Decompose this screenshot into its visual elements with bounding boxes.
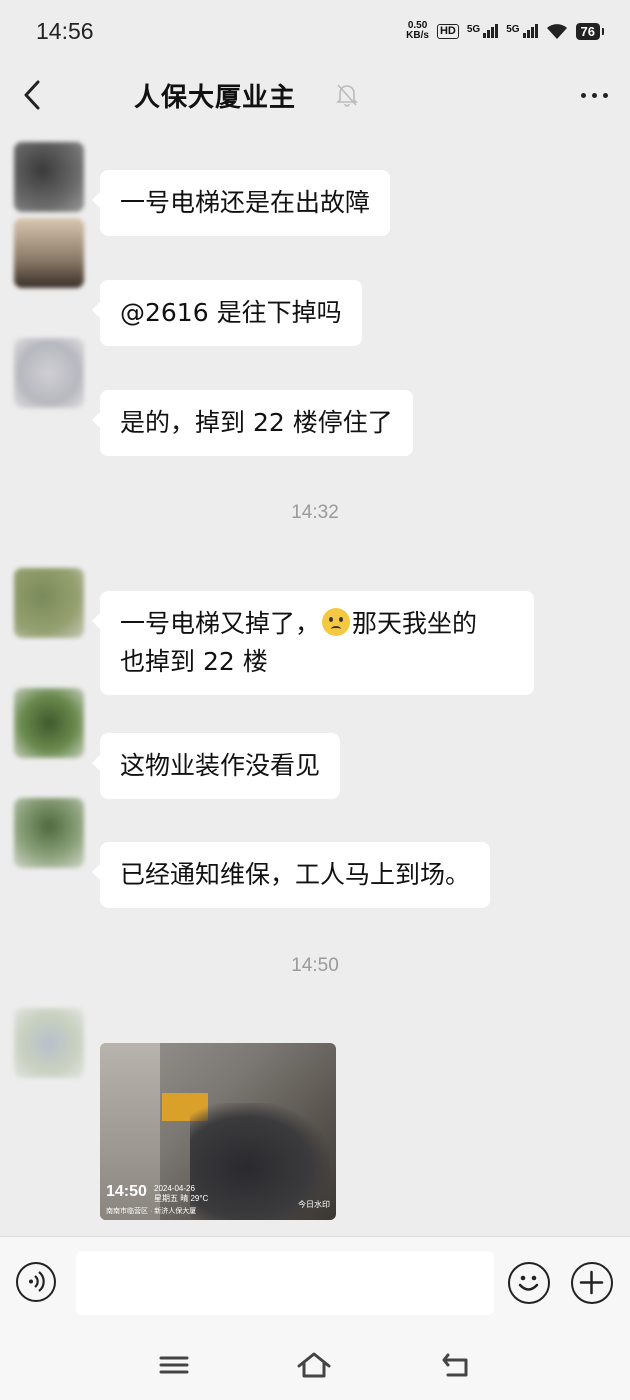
message-text: 一号电梯又掉了， (120, 609, 321, 638)
system-nav-bar (0, 1330, 630, 1400)
avatar[interactable] (14, 142, 84, 212)
message-text: 一号电梯还是在出故障 (120, 188, 371, 217)
message-bubble[interactable]: 一号电梯又掉了， 那天我坐的 也掉到 22 楼 (92, 591, 534, 695)
avatar[interactable] (14, 1008, 84, 1078)
message-bubble[interactable]: 这物业装作没看见 (91, 733, 341, 799)
network-speed: 0.50 KB/s (406, 21, 429, 41)
message-text: 这物业装作没看见 (120, 751, 321, 780)
home-icon (297, 1352, 331, 1378)
signal-icon-sim2: 5G (506, 24, 538, 38)
hd-icon: HD (436, 23, 459, 39)
photo-message[interactable]: 14:50 2024-04-26 星期五 晴 29°C 南南市临营区 · 新济人… (100, 1043, 336, 1220)
message-bubble[interactable]: 已经通知维保，工人马上到场。 (91, 842, 491, 908)
chat-header: 人保大厦业主 (0, 62, 630, 128)
emoji-button[interactable] (508, 1262, 550, 1304)
message-text: 是的，掉到 22 楼停住了 (120, 408, 393, 437)
menu-icon (159, 1356, 189, 1374)
avatar[interactable] (14, 798, 84, 868)
message-text: 已经通知维保，工人马上到场。 (120, 860, 471, 889)
bell-muted-icon (336, 84, 358, 107)
watermark-location: 南南市临营区 · 新济人保大厦 (106, 1208, 197, 1215)
back-button[interactable] (22, 75, 54, 115)
wifi-icon (546, 24, 567, 39)
status-time: 14:56 (36, 17, 94, 44)
message-bubble[interactable]: 一号电梯还是在出故障 (91, 170, 391, 236)
timestamp: 14:32 (291, 502, 339, 523)
menu-button[interactable] (158, 1350, 194, 1380)
message-text: 那天我坐的 (352, 609, 478, 638)
watermark-brand: 今日水印 (298, 1200, 330, 1209)
plus-button[interactable] (571, 1262, 613, 1304)
watermark-date: 2024-04-26 星期五 晴 29°C (154, 1184, 209, 1203)
battery-icon: 76 (575, 22, 605, 40)
chat-title: 人保大厦业主 (134, 82, 297, 113)
home-button[interactable] (296, 1350, 332, 1380)
timestamp: 14:50 (291, 955, 339, 976)
message-bubble[interactable]: 是的，掉到 22 楼停住了 (92, 390, 413, 456)
message-text: @2616 是往下掉吗 (120, 298, 342, 327)
avatar[interactable] (14, 688, 84, 758)
message-bubble[interactable]: @2616 是往下掉吗 (92, 280, 362, 346)
message-input[interactable] (76, 1251, 494, 1315)
back-nav-button[interactable] (440, 1350, 476, 1380)
back-arrow-icon (24, 80, 40, 110)
message-text: 也掉到 22 楼 (120, 647, 268, 676)
watermark-time: 14:50 (106, 1183, 147, 1200)
input-bar (0, 1236, 630, 1330)
voice-icon (29, 1271, 45, 1292)
status-bar: 14:56 0.50 KB/s HD 5G 5G 76 (0, 0, 630, 62)
avatar[interactable] (14, 338, 84, 408)
back-nav-icon (442, 1353, 468, 1377)
more-dots-icon (581, 92, 586, 98)
avatar[interactable] (14, 218, 84, 288)
status-icons: 0.50 KB/s HD 5G 5G 76 (406, 21, 605, 41)
smiley-icon (518, 1275, 539, 1291)
voice-button[interactable] (16, 1262, 56, 1302)
plus-icon (579, 1270, 604, 1295)
network-speed-unit: KB/s (406, 30, 429, 41)
avatar[interactable] (14, 568, 84, 638)
pleading-face-emoji (322, 608, 351, 636)
more-options-button[interactable] (581, 92, 608, 98)
signal-icon-sim1: 5G (467, 24, 499, 38)
message-list[interactable]: 一号电梯还是在出故障 @2616 是往下掉吗 是的，掉到 22 楼停住了 14:… (0, 128, 630, 1236)
